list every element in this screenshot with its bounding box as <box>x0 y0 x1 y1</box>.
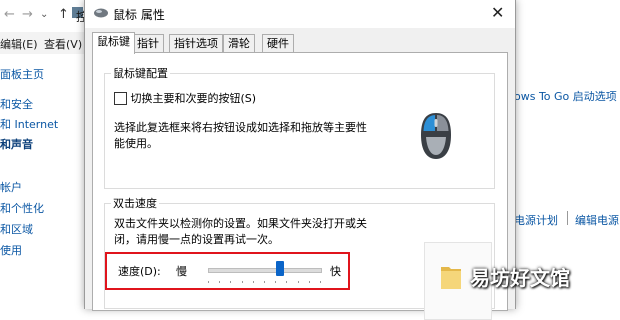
sidebar-item-internet[interactable]: 和 Internet <box>0 116 58 132</box>
dialog-title: 鼠标 属性 <box>113 8 165 22</box>
link-separator <box>567 211 568 225</box>
sidebar-item-home[interactable]: 面板主页 <box>0 66 44 82</box>
sidebar-item-accounts[interactable]: 帐户 <box>0 179 22 195</box>
double-click-speed-slider[interactable] <box>275 261 284 276</box>
switch-buttons-label[interactable]: 切换主要和次要的按钮(S) <box>131 92 257 105</box>
forward-arrow-icon[interactable]: → <box>22 7 33 22</box>
slow-label: 慢 <box>176 265 187 278</box>
sidebar-item-region[interactable]: 和区域 <box>0 221 33 237</box>
double-click-legend: 双击速度 <box>113 197 157 210</box>
windows-to-go-link[interactable]: ows To Go 启动选项 <box>514 88 617 104</box>
power-plan-link[interactable]: 电源计划 <box>514 212 558 228</box>
recent-dropdown-icon[interactable]: ⌄ <box>40 9 48 20</box>
mouse-app-icon <box>94 8 108 18</box>
menu-edit[interactable]: 编辑(E) <box>0 36 38 52</box>
back-arrow-icon[interactable]: ← <box>4 7 15 22</box>
tab-hardware[interactable]: 硬件 <box>262 34 294 53</box>
button-config-legend: 鼠标键配置 <box>113 67 168 80</box>
up-arrow-icon[interactable]: ↑ <box>58 7 69 22</box>
slider-tick <box>241 281 243 283</box>
speed-label: 速度(D): <box>118 265 161 278</box>
switch-buttons-checkbox[interactable] <box>114 91 127 105</box>
double-click-description-1: 双击文件夹以检测你的设置。如果文件夹没打开或关 <box>114 217 367 230</box>
tab-pointer-options[interactable]: 指针选项 <box>169 34 223 53</box>
slider-tick <box>264 281 265 283</box>
folder-icon[interactable] <box>439 261 463 291</box>
menu-bar: 编辑(E) 查看(V) <box>0 32 90 54</box>
slider-tick <box>219 281 221 283</box>
slider-tick <box>286 281 288 283</box>
menu-view[interactable]: 查看(V) <box>44 36 82 52</box>
slider-tick <box>208 281 209 283</box>
slider-tick <box>230 281 232 283</box>
button-config-description-1: 选择此复选框来将右按钮设成如选择和拖放等主要性 <box>114 121 367 134</box>
slider-tick <box>308 281 310 283</box>
slider-tick <box>297 281 299 283</box>
switch-buttons-checkbox-row[interactable]: 切换主要和次要的按钮(S) <box>114 90 256 106</box>
tab-panel-buttons: 鼠标键配置 切换主要和次要的按钮(S) 选择此复选框来将右按钮设成如选择和拖放等… <box>92 52 508 320</box>
dialog-titlebar[interactable]: 鼠标 属性 ✕ <box>85 0 515 28</box>
sidebar: 面板主页 和安全 和 Internet 和声音 帐户 和个性化 和区域 使用 <box>0 54 84 309</box>
tab-wheel[interactable]: 滑轮 <box>223 34 255 53</box>
close-icon[interactable]: ✕ <box>491 3 504 22</box>
double-click-description-2: 闭，请用慢一点的设置再试一次。 <box>114 233 279 246</box>
sidebar-item-ease-of-access[interactable]: 使用 <box>0 242 22 258</box>
slider-tick <box>320 281 321 283</box>
slider-tick <box>275 281 277 283</box>
button-config-group: 鼠标键配置 切换主要和次要的按钮(S) 选择此复选框来将右按钮设成如选择和拖放等… <box>104 65 495 189</box>
tab-buttons[interactable]: 鼠标键 <box>92 32 135 54</box>
slider-tick-row <box>208 281 321 283</box>
fast-label: 快 <box>330 265 341 278</box>
sidebar-item-personalization[interactable]: 和个性化 <box>0 200 44 216</box>
button-config-description-2: 能使用。 <box>114 137 158 150</box>
slider-tick <box>252 281 254 283</box>
watermark: 易坊好文馆 <box>470 266 570 290</box>
mouse-properties-dialog: 鼠标 属性 ✕ 鼠标键 指针 指针选项 滑轮 硬件 鼠标键配置 切换主要和次要的… <box>84 0 516 320</box>
mouse-illustration-icon <box>421 113 451 159</box>
double-click-speed-track[interactable] <box>208 268 322 273</box>
sidebar-item-sound[interactable]: 和声音 <box>0 136 33 152</box>
sidebar-item-security[interactable]: 和安全 <box>0 96 33 112</box>
edit-power-link[interactable]: 编辑电源 <box>575 212 619 228</box>
tab-pointers[interactable]: 指针 <box>132 34 164 53</box>
